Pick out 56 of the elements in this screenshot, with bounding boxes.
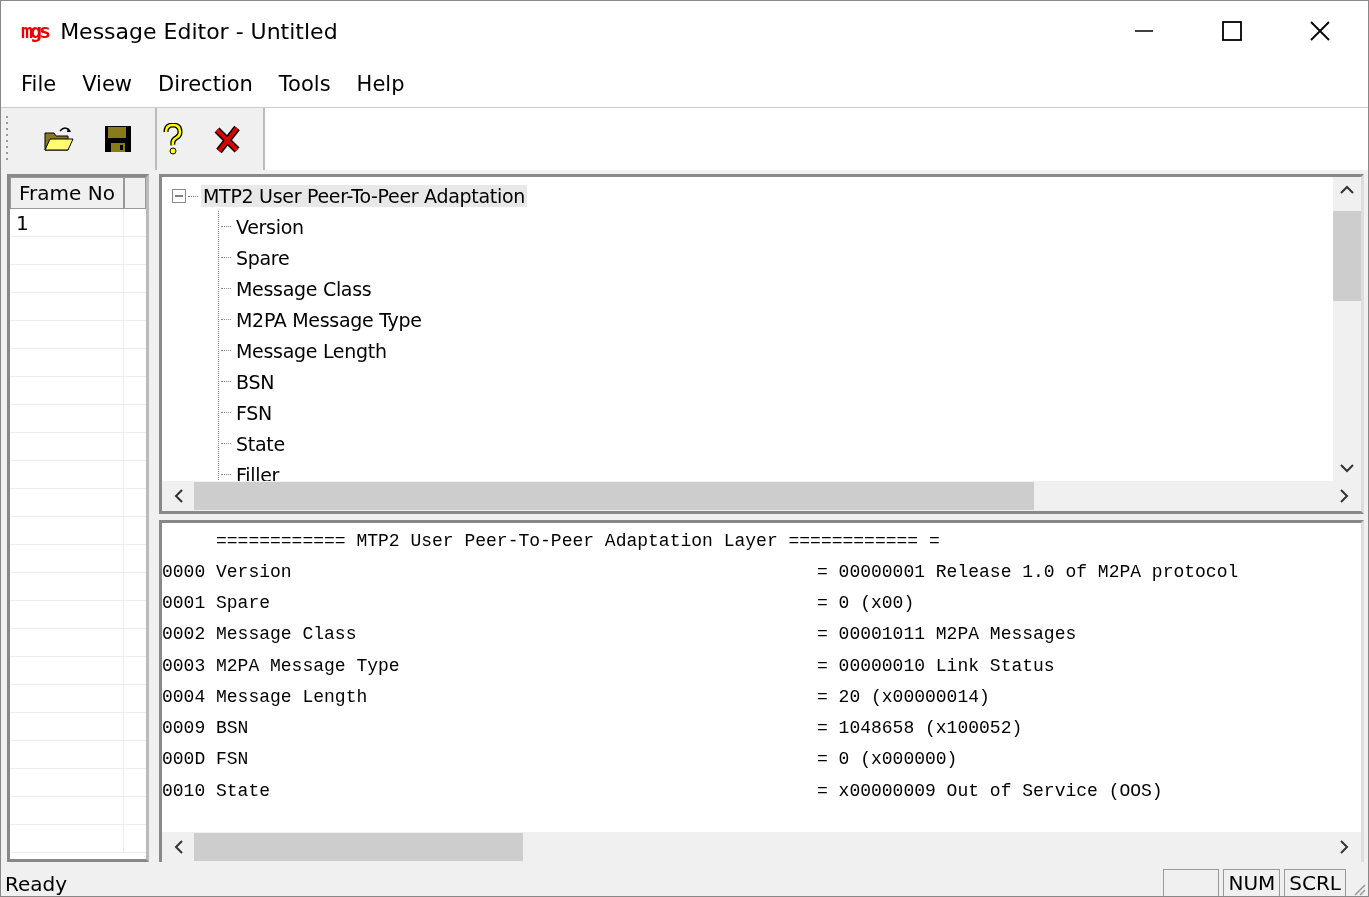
tree-item[interactable]: FSN [234,401,274,424]
field-name: 000D FSN [162,749,250,770]
field-name: 0002 Message Class [162,624,358,645]
scrollbar-thumb[interactable] [194,833,524,861]
scroll-left-icon[interactable] [174,840,184,854]
field-name: 0009 BSN [162,718,250,739]
tree-item[interactable]: Version [234,215,306,238]
column-header[interactable]: Frame No [10,177,124,209]
tree-item[interactable]: Spare [234,246,292,269]
tree-item[interactable]: M2PA Message Type [234,308,424,331]
tree-item[interactable]: Message Class [234,277,374,300]
field-value: = x00000009 Out of Service (OOS) [817,780,1163,801]
app-logo: mgs [21,19,49,43]
scroll-right-icon[interactable] [1339,489,1349,503]
field-value: = 0 (x00) [817,592,915,613]
scroll-down-icon[interactable] [1340,463,1354,473]
status-indicator: NUM [1223,869,1281,896]
tree-item[interactable]: BSN [234,370,277,393]
menu-item[interactable]: Help [356,72,405,96]
collapse-icon[interactable] [172,189,186,203]
scrollbar-thumb[interactable] [194,482,1034,510]
window-title: Message Editor - Untitled [60,18,338,44]
scrollbar-thumb[interactable] [1333,211,1361,301]
tree-item[interactable]: State [234,432,287,455]
tree-item[interactable]: Filler [234,463,282,481]
help-icon[interactable] [161,123,185,155]
table-cell: 1 [16,210,29,235]
menu-item[interactable]: View [82,72,132,96]
menu-item[interactable]: File [21,72,57,96]
open-folder-icon[interactable] [43,125,75,153]
scroll-up-icon[interactable] [1340,185,1354,195]
scroll-right-icon[interactable] [1339,840,1349,854]
tree-item[interactable]: MTP2 User Peer-To-Peer Adaptation [201,185,528,207]
field-name: 0010 State [162,780,272,801]
field-value: = 1048658 (x100052) [817,718,1023,739]
field-name: 0000 Version [162,561,293,582]
menu-item[interactable]: Direction [158,72,253,96]
maximize-icon[interactable] [1222,21,1242,41]
field-name: 0003 M2PA Message Type [162,655,401,676]
field-value: = 0 (x000000) [817,749,958,770]
field-value: = 20 (x00000014) [817,686,990,707]
field-value: = 00001011 M2PA Messages [817,624,1077,645]
scroll-left-icon[interactable] [174,489,184,503]
tree-item[interactable]: Message Length [234,339,389,362]
menu-item[interactable]: Tools [278,72,331,96]
field-name: 0001 Spare [162,592,272,613]
field-value: = 00000001 Release 1.0 of M2PA protocol [817,561,1239,582]
section-header: ============ MTP2 User Peer-To-Peer Adaptation Layer ============ = [215,529,941,553]
status-message: Ready [5,872,68,896]
field-name: 0004 Message Length [162,686,369,707]
status-panel [1163,869,1220,896]
close-icon[interactable] [1310,21,1330,41]
delete-icon[interactable] [213,124,241,154]
status-indicator: SCRL [1284,869,1346,896]
save-icon[interactable] [103,124,133,154]
field-value: = 00000010 Link Status [817,655,1055,676]
